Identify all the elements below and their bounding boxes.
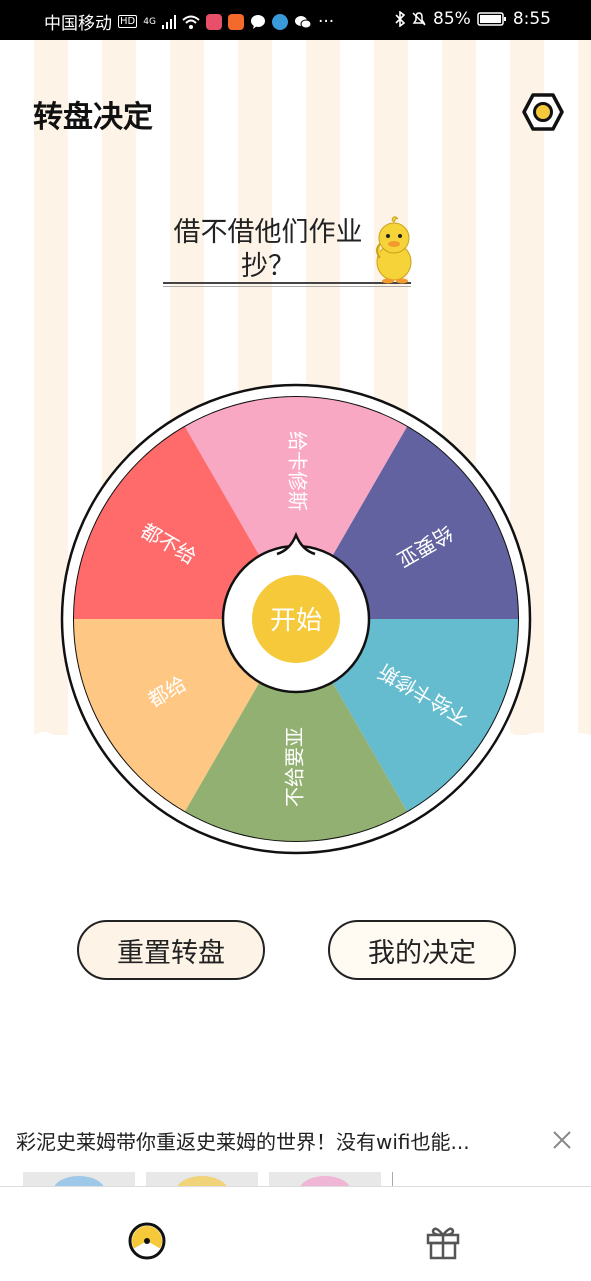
- wheel-segment-label: 给卡修斯: [286, 431, 310, 511]
- hd-badge: HD: [118, 15, 138, 28]
- wifi-icon: [182, 15, 200, 29]
- page-title: 转盘决定: [33, 100, 153, 135]
- my-decision-button[interactable]: 我的决定: [328, 920, 516, 980]
- bluetooth-icon: [395, 11, 406, 27]
- signal-icon: [161, 14, 176, 29]
- close-icon[interactable]: [550, 1128, 574, 1152]
- network-label: 4G: [143, 16, 156, 27]
- start-button-label[interactable]: 开始: [270, 606, 322, 636]
- reset-wheel-button[interactable]: 重置转盘: [77, 920, 265, 980]
- gift-icon[interactable]: [423, 1221, 463, 1261]
- wheel-icon[interactable]: [127, 1221, 167, 1261]
- wechat-icon: [294, 15, 312, 28]
- status-bar: 中国移动 HD 4G ··· 85% 8:55: [0, 0, 591, 40]
- bottom-tab-bar: [0, 1186, 591, 1281]
- carrier-label: 中国移动: [44, 14, 112, 34]
- battery-percent-label: 85%: [433, 9, 471, 29]
- decision-wheel[interactable]: 给卡修斯给要亚不给卡修斯不给要亚都给都不给 开始: [60, 383, 532, 855]
- more-notifications-label: ···: [317, 11, 335, 32]
- settings-gear-icon[interactable]: [522, 92, 564, 132]
- taobao-icon: [227, 13, 244, 30]
- question-underline-shadow: [163, 286, 411, 287]
- ad-text[interactable]: 彩泥史莱姆带你重返史莱姆的世界！没有wifi也能...: [16, 1126, 470, 1155]
- mute-bell-icon: [412, 12, 426, 26]
- duck-mascot-icon: [376, 216, 412, 284]
- app-notification-icon: [205, 13, 222, 30]
- wheel-segment-label: 不给要亚: [283, 727, 307, 807]
- message-icon: [250, 14, 265, 29]
- ad-divider: [392, 1172, 393, 1186]
- battery-icon: [477, 12, 506, 26]
- time-label: 8:55: [512, 9, 551, 29]
- telegram-icon: [271, 13, 288, 30]
- question-text: 借不借他们作业抄？: [173, 217, 363, 282]
